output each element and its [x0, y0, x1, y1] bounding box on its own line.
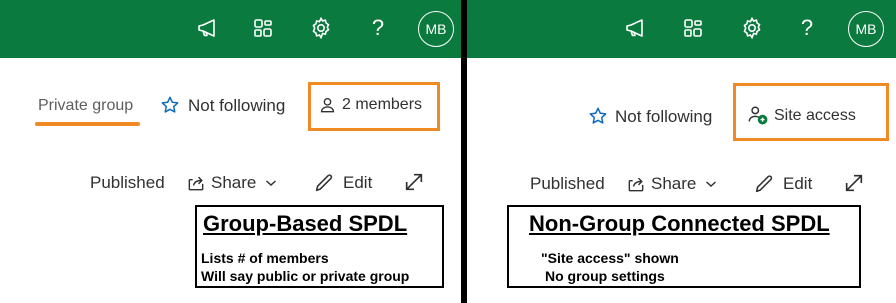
published-status: Published — [530, 174, 605, 193]
chevron-down-icon[interactable] — [265, 178, 277, 188]
apps-feed-icon[interactable] — [251, 16, 275, 40]
group-type-label: Private group — [38, 97, 134, 114]
chevron-down-icon[interactable] — [705, 179, 717, 189]
follow-button[interactable]: Not following — [615, 107, 712, 127]
person-icon — [318, 95, 337, 115]
share-button[interactable]: Share — [651, 174, 696, 194]
megaphone-icon[interactable] — [624, 16, 648, 40]
gear-icon[interactable] — [309, 16, 333, 40]
site-access-button[interactable]: Site access — [774, 107, 856, 125]
help-icon[interactable]: ? — [366, 16, 390, 40]
edit-button[interactable]: Edit — [783, 174, 812, 194]
share-button[interactable]: Share — [211, 173, 256, 193]
right-panel-non-group: ? MB Not following Site access Published… — [467, 0, 896, 303]
apps-feed-icon[interactable] — [681, 16, 705, 40]
published-status: Published — [90, 173, 165, 192]
expand-icon[interactable] — [403, 171, 425, 193]
annotation-line: Lists # of members — [201, 250, 329, 266]
pencil-icon[interactable] — [313, 172, 335, 194]
left-panel-group-based: ? MB Private group Not following 2 membe… — [0, 0, 461, 303]
pencil-icon[interactable] — [753, 173, 775, 195]
annotation-line: No group settings — [545, 268, 665, 284]
share-icon[interactable] — [186, 173, 206, 193]
highlight-underline — [35, 122, 140, 126]
avatar[interactable]: MB — [418, 11, 454, 47]
avatar[interactable]: MB — [848, 11, 884, 47]
suite-bar: ? MB — [0, 0, 461, 58]
suite-bar: ? MB — [467, 0, 896, 58]
annotation-box: Non-Group Connected SPDL "Site access" s… — [507, 205, 861, 288]
follow-button[interactable]: Not following — [188, 96, 285, 116]
star-icon[interactable] — [588, 106, 608, 126]
annotation-title: Non-Group Connected SPDL — [529, 211, 830, 236]
gear-icon[interactable] — [740, 16, 764, 40]
share-icon[interactable] — [626, 174, 646, 194]
members-button[interactable]: 2 members — [342, 96, 422, 114]
annotation-line: Will say public or private group — [201, 268, 410, 284]
annotation-line: "Site access" shown — [541, 250, 679, 266]
edit-button[interactable]: Edit — [343, 173, 372, 193]
megaphone-icon[interactable] — [196, 16, 220, 40]
help-icon[interactable]: ? — [795, 16, 819, 40]
annotation-box: Group-Based SPDL Lists # of members Will… — [195, 205, 444, 288]
annotation-title: Group-Based SPDL — [203, 211, 408, 236]
star-icon[interactable] — [160, 95, 180, 115]
expand-icon[interactable] — [843, 172, 865, 194]
person-add-icon — [747, 104, 769, 126]
